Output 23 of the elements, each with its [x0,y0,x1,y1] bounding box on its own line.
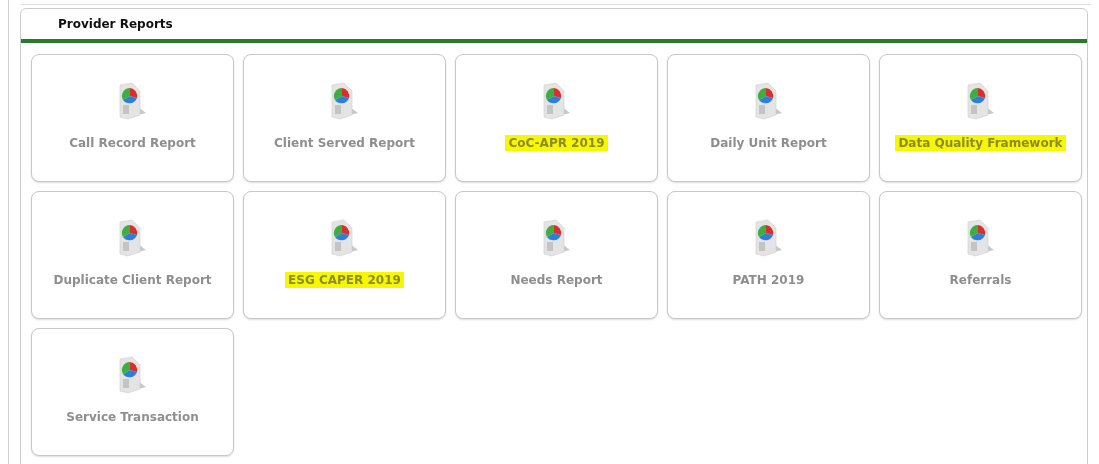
report-label: CoC-APR 2019 [505,135,608,151]
report-tile[interactable]: CoC-APR 2019 [455,54,658,182]
report-label: Service Transaction [65,409,200,425]
panel-title: Provider Reports [58,17,173,31]
report-tile[interactable]: ESG CAPER 2019 [243,191,446,319]
report-tile[interactable]: Duplicate Client Report [31,191,234,319]
report-label: Referrals [948,272,1013,288]
report-tile[interactable]: Daily Unit Report [667,54,870,182]
report-label: Call Record Report [68,135,197,151]
report-label: PATH 2019 [731,272,806,288]
report-tile[interactable]: Service Transaction [31,328,234,456]
report-label: Data Quality Framework [895,135,1066,151]
report-label: Needs Report [509,272,604,288]
report-label: Client Served Report [273,135,416,151]
report-label: Duplicate Client Report [52,272,213,288]
report-label: ESG CAPER 2019 [285,272,404,288]
report-tile[interactable]: Call Record Report [31,54,234,182]
report-tile[interactable]: Data Quality Framework [879,54,1082,182]
report-tile[interactable]: PATH 2019 [667,191,870,319]
report-tile[interactable]: Referrals [879,191,1082,319]
report-label: Daily Unit Report [709,135,828,151]
report-tile[interactable]: Client Served Report [243,54,446,182]
report-tile[interactable]: Needs Report [455,191,658,319]
